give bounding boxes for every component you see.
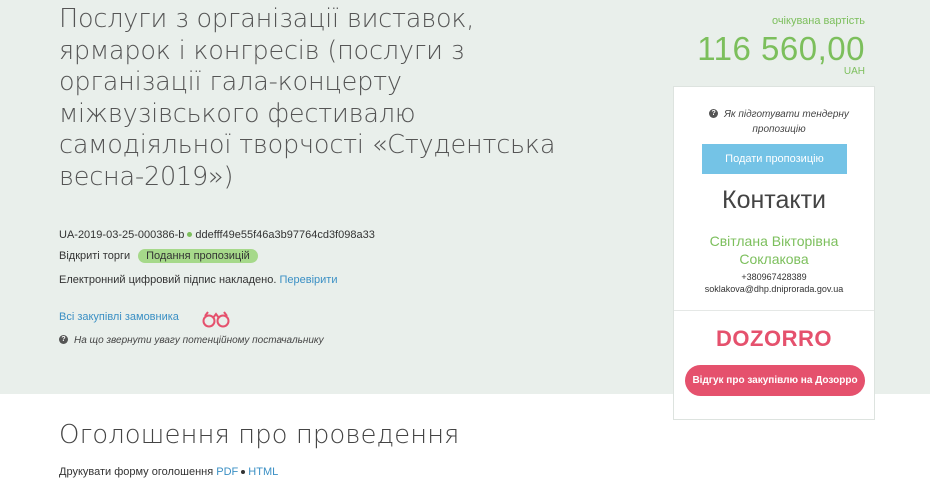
contact-email[interactable]: soklakova@dhp.dniprorada.gov.ua <box>674 284 874 294</box>
binoculars-icon[interactable] <box>200 310 232 328</box>
status-badge: Подання пропозицій <box>138 249 258 263</box>
print-html-link[interactable]: HTML <box>248 466 278 478</box>
question-icon: ? <box>709 109 719 119</box>
separator-dot <box>241 469 246 474</box>
price-label: очікувана вартість <box>771 15 865 27</box>
question-icon: ? <box>59 335 68 345</box>
panel-divider <box>674 310 874 311</box>
announcement-title: Оголошення про проведення <box>59 420 460 450</box>
all-purchases-link[interactable]: Всі закупівлі замовника <box>59 311 179 323</box>
dozorro-logo[interactable]: DOZORRO <box>674 326 874 352</box>
tender-id-line: UA-2019-03-25-000386-b ddefff49e55f46a3b9… <box>59 229 375 241</box>
print-form-line: Друкувати форму оголошення PDF HTML <box>59 466 278 478</box>
contacts-title: Контакти <box>722 186 826 214</box>
print-pdf-link[interactable]: PDF <box>216 466 238 478</box>
price-amount: 116 560,00 <box>697 30 865 67</box>
how-to-prepare-text: Як підготувати тендерну пропозицію <box>724 109 849 135</box>
procedure-line: Відкриті торги Подання пропозицій <box>59 249 258 263</box>
separator-dot <box>187 232 193 238</box>
dozorro-feedback-button[interactable]: Відгук про закупівлю на Дозорро <box>685 365 865 396</box>
signature-line: Електронний цифровий підпис накладено. П… <box>59 274 337 286</box>
supplier-hint[interactable]: ? На що звернути увагу потенційному поста… <box>59 335 324 346</box>
how-to-prepare-link[interactable]: ? Як підготувати тендерну пропозицію <box>694 107 864 137</box>
tender-hash: ddefff49e55f46a3b97764cd3f098a33 <box>195 229 375 241</box>
procedure-type: Відкриті торги <box>59 250 131 262</box>
tender-title: Послуги з організації виставок, ярмарок … <box>59 4 556 192</box>
contact-name: Світлана Вікторівна Соклакова <box>709 233 839 267</box>
verify-signature-link[interactable]: Перевірити <box>279 274 337 286</box>
tender-id: UA-2019-03-25-000386-b <box>59 229 185 241</box>
supplier-hint-text: На що звернути увагу потенційному постач… <box>74 335 324 346</box>
contact-phone: +380967428389 <box>741 272 807 282</box>
print-label: Друкувати форму оголошення <box>59 466 214 478</box>
submit-proposal-button[interactable]: Подати пропозицію <box>702 144 847 174</box>
signature-text: Електронний цифровий підпис накладено. <box>59 274 277 286</box>
price-currency: UAH <box>843 66 865 77</box>
action-panel: ? Як підготувати тендерну пропозицію Пода… <box>673 86 875 420</box>
